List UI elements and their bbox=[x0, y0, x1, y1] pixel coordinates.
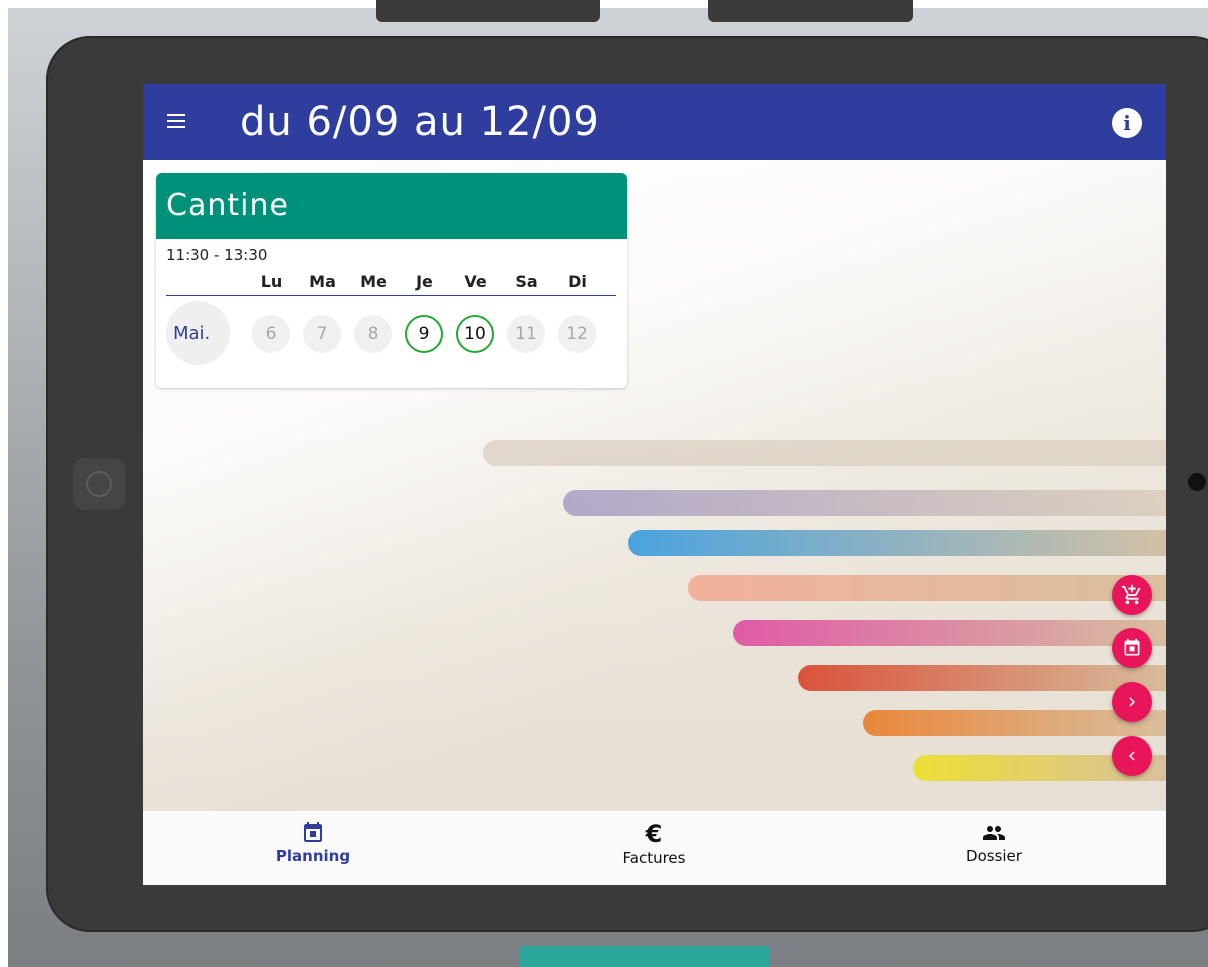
day-header: Ve bbox=[464, 272, 487, 291]
cart-add-icon bbox=[1121, 584, 1141, 605]
days-divider bbox=[166, 295, 616, 296]
app-screen: du 6/09 au 12/09 i Cantine 11:30 - 13:30… bbox=[143, 84, 1166, 885]
nav-label: Dossier bbox=[966, 847, 1022, 865]
day-header: Lu bbox=[260, 272, 283, 291]
bottom-navigation: Planning € Factures Dossier bbox=[143, 810, 1166, 885]
top-cropped-button-left bbox=[376, 0, 600, 22]
euro-icon: € bbox=[645, 820, 663, 848]
day-cell[interactable]: 6 bbox=[252, 315, 290, 353]
pencil-decoration bbox=[563, 490, 1166, 516]
people-icon bbox=[983, 826, 1005, 840]
top-cropped-button-right bbox=[708, 0, 913, 22]
fullscreen-button-cropped[interactable] bbox=[520, 946, 769, 967]
tablet-home-button bbox=[73, 458, 125, 510]
calendar-icon bbox=[304, 822, 322, 842]
pencil-decoration bbox=[628, 530, 1166, 556]
calendar-button[interactable] bbox=[1112, 628, 1152, 668]
day-header: Sa bbox=[515, 272, 538, 291]
day-cell[interactable]: 12 bbox=[558, 315, 596, 353]
previous-week-button[interactable] bbox=[1112, 736, 1152, 776]
pencil-decoration bbox=[798, 665, 1166, 691]
info-icon[interactable]: i bbox=[1112, 108, 1142, 138]
nav-item-factures[interactable]: € Factures bbox=[594, 811, 714, 885]
day-cell[interactable]: 10 bbox=[456, 315, 494, 353]
day-header: Je bbox=[416, 272, 433, 291]
day-cell[interactable]: 7 bbox=[303, 315, 341, 353]
days-header: Lu Ma Me Je Ve Sa Di bbox=[246, 272, 603, 291]
day-header: Ma bbox=[309, 272, 336, 291]
tablet-camera bbox=[1188, 473, 1206, 491]
chevron-right-icon bbox=[1129, 697, 1135, 707]
main-content: Cantine 11:30 - 13:30 Lu Ma Me Je Ve Sa … bbox=[143, 160, 1166, 810]
calendar-icon bbox=[1124, 638, 1140, 656]
cart-add-button[interactable] bbox=[1112, 575, 1152, 615]
nav-label: Factures bbox=[622, 849, 686, 867]
next-week-button[interactable] bbox=[1112, 682, 1152, 722]
day-cell[interactable]: 11 bbox=[507, 315, 545, 353]
page-title: du 6/09 au 12/09 bbox=[240, 99, 600, 145]
card-time: 11:30 - 13:30 bbox=[166, 246, 268, 264]
row-label[interactable]: Mai. bbox=[173, 323, 210, 344]
app-bar: du 6/09 au 12/09 i bbox=[143, 84, 1166, 160]
pencil-decoration bbox=[688, 575, 1166, 601]
nav-item-dossier[interactable]: Dossier bbox=[934, 811, 1054, 885]
nav-item-planning[interactable]: Planning bbox=[253, 811, 373, 885]
day-cell[interactable]: 8 bbox=[354, 315, 392, 353]
day-header: Di bbox=[568, 272, 587, 291]
pencil-decoration bbox=[483, 440, 1166, 466]
menu-icon[interactable] bbox=[167, 114, 185, 128]
pencil-decoration bbox=[733, 620, 1166, 646]
cantine-card: Cantine 11:30 - 13:30 Lu Ma Me Je Ve Sa … bbox=[156, 173, 627, 388]
day-header: Me bbox=[360, 272, 387, 291]
day-cell[interactable]: 9 bbox=[405, 315, 443, 353]
chevron-left-icon bbox=[1129, 751, 1135, 761]
nav-label: Planning bbox=[275, 847, 351, 865]
card-title: Cantine bbox=[156, 173, 627, 239]
